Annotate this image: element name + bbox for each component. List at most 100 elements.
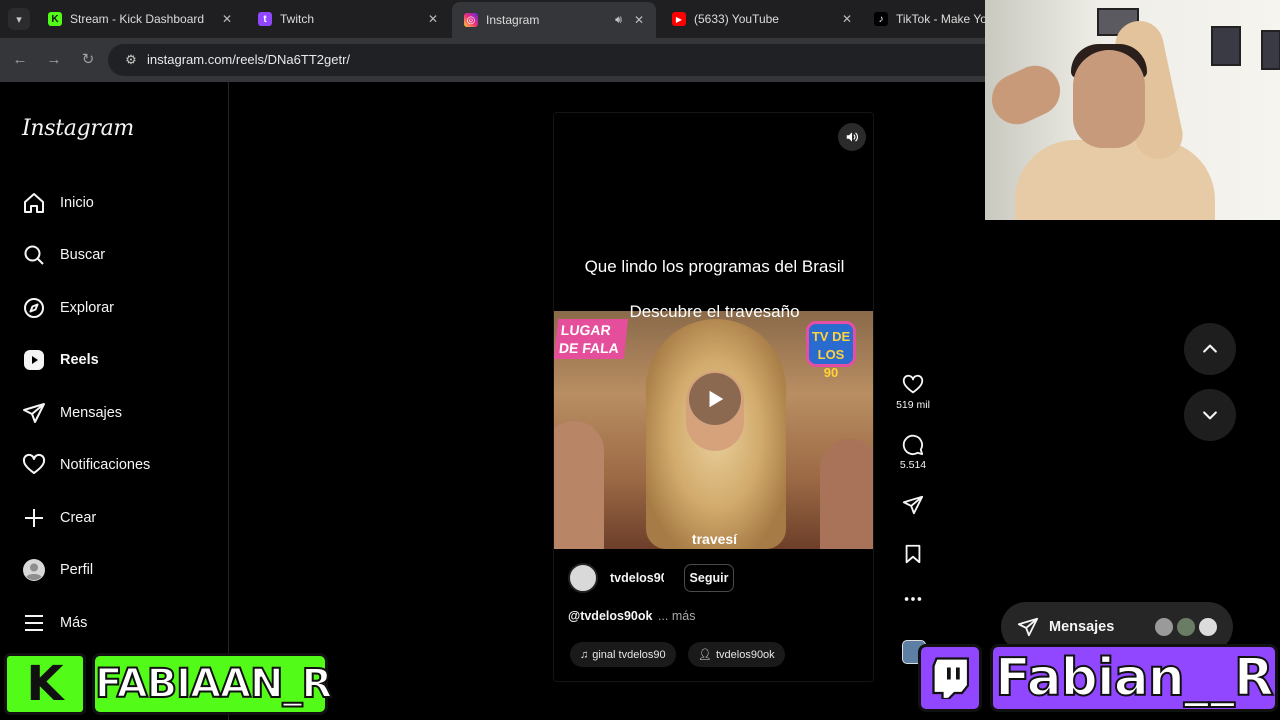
kick-banner: K FABIAAN_R xyxy=(0,647,333,720)
reload-icon[interactable]: ↻ xyxy=(78,50,98,70)
sidebar-item-label: Más xyxy=(60,615,88,631)
tab-youtube[interactable]: ▶ (5633) YouTube ✕ xyxy=(660,4,864,34)
tab-title: Stream - Kick Dashboard xyxy=(70,12,205,26)
description-handle[interactable]: @tvdelos90ok xyxy=(568,609,652,623)
tab-title: Twitch xyxy=(280,12,315,26)
wall-picture xyxy=(1261,30,1280,70)
reel-caption-mid: Descubre el travesaño xyxy=(629,302,800,321)
more-dots-icon xyxy=(904,597,922,601)
sidebar-item-explorar[interactable]: Explorar xyxy=(22,293,114,323)
webcam-person-face xyxy=(1073,50,1145,148)
send-icon xyxy=(1017,617,1039,637)
bookmark-icon xyxy=(905,544,921,564)
tab-tiktok[interactable]: ♪ TikTok - Make You xyxy=(866,4,986,34)
previous-reel-button[interactable] xyxy=(1184,323,1236,375)
kick-logo-icon: K xyxy=(4,653,86,715)
twitch-logo-icon xyxy=(918,644,982,712)
sidebar-item-label: Perfil xyxy=(60,562,94,578)
sidebar-item-label: Inicio xyxy=(60,195,94,211)
instagram-logo[interactable]: Instagram xyxy=(22,116,134,141)
more-link[interactable]: ... más xyxy=(658,609,696,623)
comment-button[interactable]: 5.514 xyxy=(895,434,931,471)
url-text[interactable]: instagram.com/reels/DNa6TT2getr/ xyxy=(147,52,350,67)
reel-description: @tvdelos90ok ... más xyxy=(568,609,695,623)
share-button[interactable] xyxy=(895,494,931,516)
avatar xyxy=(1153,616,1175,638)
author-avatar[interactable] xyxy=(568,563,598,593)
tab-search-button[interactable]: ▾ xyxy=(8,8,30,30)
music-note-icon: ♫ xyxy=(580,648,589,661)
forward-icon[interactable]: → xyxy=(44,50,64,70)
user-chip-label: tvdelos90ok xyxy=(715,648,775,661)
user-chip[interactable]: 👤︎ tvdelos90ok xyxy=(688,642,785,667)
sidebar-item-label: Explorar xyxy=(60,300,114,316)
video-person xyxy=(554,421,604,549)
close-icon[interactable]: ✕ xyxy=(218,12,236,26)
sidebar-item-notificaciones[interactable]: Notificaciones xyxy=(22,450,150,480)
follow-button[interactable]: Seguir xyxy=(684,564,734,592)
heart-icon xyxy=(902,374,924,394)
sidebar-item-perfil[interactable]: Perfil xyxy=(22,555,93,585)
tab-kick[interactable]: K Stream - Kick Dashboard ✕ xyxy=(36,4,244,34)
instagram-icon: ◎ xyxy=(464,13,478,27)
close-icon[interactable]: ✕ xyxy=(838,12,856,26)
tab-twitch[interactable]: t Twitch ✕ xyxy=(246,4,450,34)
tab-instagram[interactable]: ◎ Instagram 🔊︎ ✕ xyxy=(452,2,656,38)
audio-chip[interactable]: ♫ ginal tvdelos90 xyxy=(570,642,676,667)
sidebar-item-inicio[interactable]: Inicio xyxy=(22,188,94,218)
next-reel-button[interactable] xyxy=(1184,389,1236,441)
author-name[interactable]: tvdelos90ok xyxy=(610,571,664,585)
video-subtitle: travesí xyxy=(691,531,738,547)
sidebar-item-mas[interactable]: Más xyxy=(22,608,87,638)
send-icon xyxy=(902,495,924,515)
play-button[interactable] xyxy=(689,373,741,425)
reel-player[interactable]: Que lindo los programas del Brasil Descu… xyxy=(553,112,874,682)
sidebar-item-label: Notificaciones xyxy=(60,457,151,473)
like-button[interactable]: 519 mil xyxy=(895,374,931,411)
profile-icon xyxy=(23,559,45,581)
tiktok-icon: ♪ xyxy=(874,12,888,26)
sidebar-item-label: Buscar xyxy=(60,247,106,263)
video-channel-logo: TV DE LOS 90 xyxy=(806,321,856,380)
site-info-icon[interactable]: ⚙︎ xyxy=(122,51,140,69)
reel-video[interactable]: LUGAR DE FALA TV DE LOS 90 travesí xyxy=(554,311,873,549)
sidebar-item-label: Reels xyxy=(60,352,99,368)
instagram-sidebar: Instagram Inicio Buscar Explorar Reels M… xyxy=(0,82,229,720)
tab-title: TikTok - Make You xyxy=(896,12,986,26)
youtube-icon: ▶ xyxy=(672,12,686,26)
sidebar-item-label: Crear xyxy=(60,510,97,526)
speaker-icon xyxy=(846,132,858,142)
sidebar-item-mensajes[interactable]: Mensajes xyxy=(22,398,122,428)
webcam-person-hand xyxy=(985,57,1069,133)
close-icon[interactable]: ✕ xyxy=(424,12,442,26)
kick-icon: K xyxy=(48,12,62,26)
save-button[interactable] xyxy=(895,543,931,565)
twitch-banner: Fabian__R xyxy=(918,644,1280,720)
comment-count: 5.514 xyxy=(899,459,927,471)
close-icon[interactable]: ✕ xyxy=(630,13,648,27)
video-show-logo: LUGAR DE FALA xyxy=(554,319,629,359)
like-count: 519 mil xyxy=(896,399,930,411)
tab-title: Instagram xyxy=(486,13,540,27)
more-options-button[interactable] xyxy=(895,594,931,604)
sidebar-item-buscar[interactable]: Buscar xyxy=(22,240,105,270)
webcam-overlay xyxy=(985,0,1280,220)
tab-title: (5633) YouTube xyxy=(694,12,779,26)
speaker-icon[interactable]: 🔊︎ xyxy=(615,14,622,27)
send-icon xyxy=(23,403,45,423)
comment-icon xyxy=(902,434,924,456)
compass-icon xyxy=(24,298,44,318)
back-icon[interactable]: ← xyxy=(10,50,30,70)
webcam-person-body xyxy=(1015,140,1215,220)
twitch-username: Fabian__R xyxy=(990,644,1278,712)
messages-label: Mensajes xyxy=(1049,619,1115,635)
search-icon xyxy=(24,245,44,265)
reels-icon xyxy=(24,350,44,370)
avatar xyxy=(1197,616,1219,638)
sidebar-item-crear[interactable]: Crear xyxy=(22,503,96,533)
sidebar-item-label: Mensajes xyxy=(60,405,123,421)
volume-button[interactable] xyxy=(838,123,866,151)
sidebar-item-reels[interactable]: Reels xyxy=(22,345,99,375)
wall-picture xyxy=(1211,26,1241,66)
chevron-down-icon xyxy=(1203,411,1217,420)
